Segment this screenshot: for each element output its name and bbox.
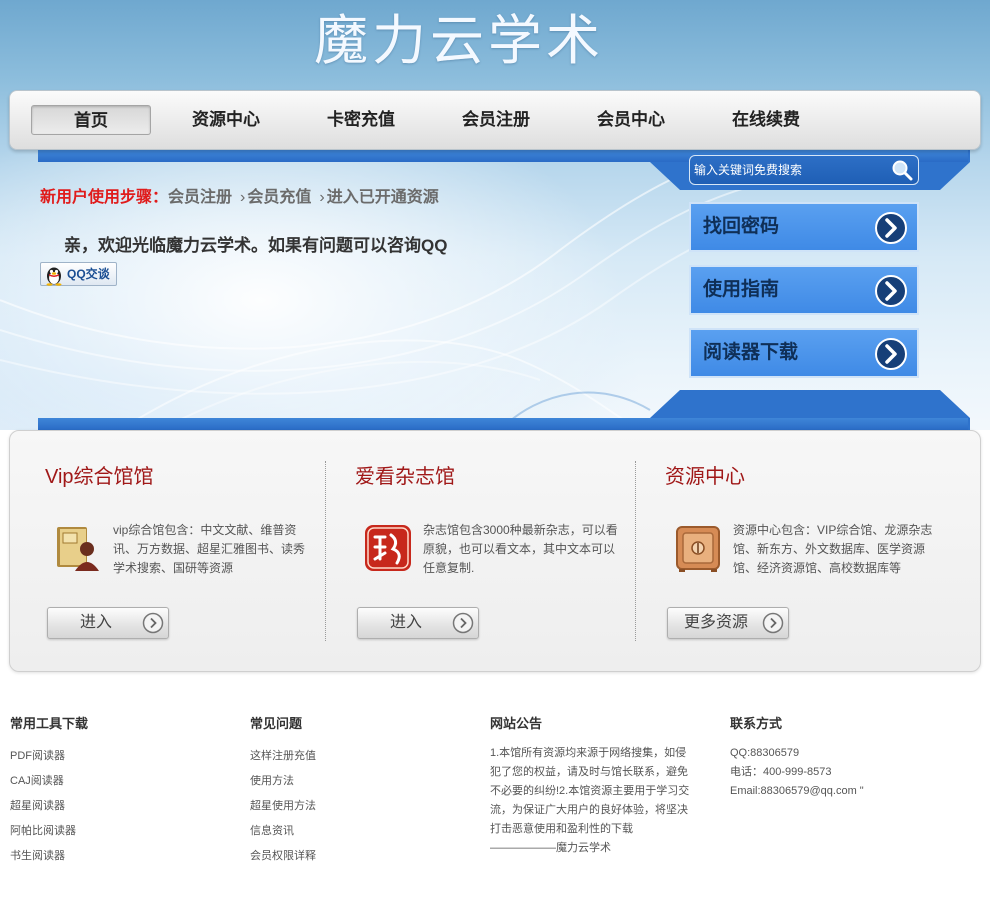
card-title: Vip综合馆馆 <box>45 466 154 488</box>
enter-button-label: 更多资源 <box>683 614 748 631</box>
magnifier-icon[interactable] <box>890 158 914 182</box>
step-separator: › <box>319 189 325 206</box>
chevron-right-icon <box>452 612 474 634</box>
footer-contact-title: 联系方式 <box>730 716 783 731</box>
card-description: vip综合馆包含：中文文献、维普资讯、万方数据、超星汇雅图书、读秀学术搜索、国研… <box>113 523 306 575</box>
chevron-right-icon <box>762 612 784 634</box>
footer: 常用工具下载 PDF阅读器 CAJ阅读器 超星阅读器 阿帕比阅读器 书生阅读器 … <box>0 700 990 900</box>
footer-link[interactable]: PDF阅读器 <box>10 744 230 769</box>
magazine-seal-icon <box>365 525 411 571</box>
search-input[interactable] <box>694 160 884 180</box>
nav-member-register[interactable]: 会员注册 <box>436 105 556 135</box>
footer-notice: 网站公告 1.本馆所有资源均来源于网络搜集，如侵犯了您的权益，请及时与馆长联系，… <box>490 714 710 858</box>
qq-penguin-icon <box>46 267 62 286</box>
chevron-right-icon <box>875 275 907 307</box>
safe-box-icon <box>676 526 720 572</box>
more-resources-button[interactable]: 更多资源 <box>667 607 789 639</box>
book-user-icon <box>57 527 99 571</box>
chevron-right-icon <box>142 612 164 634</box>
card-title: 爱看杂志馆 <box>355 466 455 488</box>
footer-link[interactable]: 阿帕比阅读器 <box>10 819 230 844</box>
site-logo-title: 魔力云学术 <box>314 9 604 72</box>
column-divider <box>635 461 636 641</box>
card-title: 资源中心 <box>665 466 745 488</box>
card-description: 杂志馆包含3000种最新杂志，可以看原貌，也可以看文本，其中文本可以任意复制. <box>423 523 618 575</box>
footer-link[interactable]: 使用方法 <box>250 769 470 794</box>
footer-faq-title: 常见问题 <box>250 716 303 731</box>
qq-chat-label: QQ交谈 <box>67 267 110 281</box>
card-description: 资源中心包含：VIP综合馆、龙源杂志馆、新东方、外文数据库、医学资源馆、经济资源… <box>733 523 933 575</box>
footer-link[interactable]: 这样注册充值 <box>250 744 470 769</box>
card-vip: Vip综合馆馆 vip综合馆包含：中文文献、维普资讯、万方数据、超星汇雅图书、读… <box>19 431 319 673</box>
footer-link[interactable]: 会员权限详释 <box>250 844 470 869</box>
nav-online-renew[interactable]: 在线续费 <box>706 105 826 135</box>
step-separator: › <box>240 189 246 206</box>
feature-panel: Vip综合馆馆 vip综合馆包含：中文文献、维普资讯、万方数据、超星汇雅图书、读… <box>9 430 981 672</box>
step-member-recharge[interactable]: 会员充值 <box>247 189 311 206</box>
chevron-right-icon <box>875 212 907 244</box>
chevron-right-icon <box>875 338 907 370</box>
welcome-message: 亲，欢迎光临魔力云学术。如果有问题可以咨询QQ <box>64 236 448 255</box>
footer-tools-title: 常用工具下载 <box>10 716 89 731</box>
main-navbar: 首页 资源中心 卡密充值 会员注册 会员中心 在线续费 <box>9 90 981 150</box>
footer-link[interactable]: 超星使用方法 <box>250 794 470 819</box>
qq-chat-button[interactable]: QQ交谈 <box>40 262 117 286</box>
footer-notice-text: 1.本馆所有资源均来源于网络搜集，如侵犯了您的权益，请及时与馆长联系，避免不必要… <box>490 747 690 854</box>
enter-button-label: 进入 <box>79 614 112 631</box>
column-divider <box>325 461 326 641</box>
footer-link[interactable]: 超星阅读器 <box>10 794 230 819</box>
step-enter-resources[interactable]: 进入已开通资源 <box>327 189 439 206</box>
hero-banner: 魔力云学术 首页 资源中心 卡密充值 会员注册 会员中心 在线续费 找回密码 使… <box>0 0 990 430</box>
card-resource-center: 资源中心 资源中心包含：VIP综合馆、龙源杂志馆、新东方、外文数据库、医学资源馆… <box>639 431 939 673</box>
search-box <box>689 155 919 185</box>
reader-download-label: 阅读器下载 <box>703 342 799 363</box>
steps-lead: 新用户使用步骤： <box>40 189 169 206</box>
hero-bottom-strip <box>38 418 968 430</box>
enter-vip-button[interactable]: 进入 <box>47 607 169 639</box>
footer-link[interactable]: 信息资讯 <box>250 819 470 844</box>
find-password-button[interactable]: 找回密码 <box>689 202 919 252</box>
new-user-steps: 新用户使用步骤：会员注册 › 会员充值 › 进入已开通资源 <box>40 186 439 210</box>
nav-member-center[interactable]: 会员中心 <box>571 105 691 135</box>
footer-link[interactable]: CAJ阅读器 <box>10 769 230 794</box>
reader-download-button[interactable]: 阅读器下载 <box>689 328 919 378</box>
card-magazine: 爱看杂志馆 杂志馆包含3000种最新杂志，可以看原貌，也可以看文本，其中文本可以… <box>329 431 629 673</box>
contact-email[interactable]: Email:88306579@qq.com " <box>730 782 950 801</box>
nav-home[interactable]: 首页 <box>31 105 151 135</box>
contact-qq: QQ:88306579 <box>730 747 800 759</box>
find-password-label: 找回密码 <box>703 216 780 237</box>
user-guide-button[interactable]: 使用指南 <box>689 265 919 315</box>
step-member-register[interactable]: 会员注册 <box>168 189 232 206</box>
user-guide-label: 使用指南 <box>703 279 780 300</box>
contact-phone: 电话：400-999-8573 <box>730 766 832 778</box>
enter-button-label: 进入 <box>389 614 422 631</box>
nav-card-recharge[interactable]: 卡密充值 <box>301 105 421 135</box>
nav-resource-center[interactable]: 资源中心 <box>166 105 286 135</box>
footer-tools: 常用工具下载 PDF阅读器 CAJ阅读器 超星阅读器 阿帕比阅读器 书生阅读器 <box>10 714 230 869</box>
footer-faq: 常见问题 这样注册充值 使用方法 超星使用方法 信息资讯 会员权限详释 <box>250 714 470 869</box>
enter-magazine-button[interactable]: 进入 <box>357 607 479 639</box>
footer-contact: 联系方式 QQ:88306579 电话：400-999-8573 Email:8… <box>730 714 950 801</box>
footer-notice-title: 网站公告 <box>490 716 543 731</box>
footer-link[interactable]: 书生阅读器 <box>10 844 230 869</box>
